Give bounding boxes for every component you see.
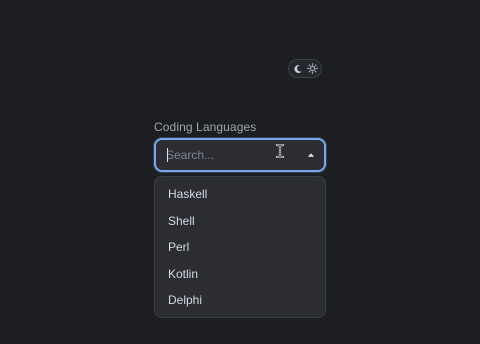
sun-icon	[306, 63, 318, 75]
moon-icon	[292, 63, 304, 75]
options-listbox: Haskell Shell Perl Kotlin Delphi	[154, 176, 326, 318]
search-input[interactable]	[166, 146, 286, 164]
option-delphi[interactable]: Delphi	[155, 287, 325, 314]
combobox-label: Coding Languages	[154, 120, 257, 134]
option-haskell[interactable]: Haskell	[155, 181, 325, 208]
option-shell[interactable]: Shell	[155, 208, 325, 235]
text-cursor-icon	[275, 143, 285, 159]
option-kotlin[interactable]: Kotlin	[155, 261, 325, 288]
caret-up-icon[interactable]	[304, 147, 318, 163]
text-caret	[167, 148, 168, 162]
option-perl[interactable]: Perl	[155, 234, 325, 261]
theme-toggle[interactable]	[288, 59, 322, 78]
language-combobox[interactable]	[154, 138, 326, 172]
